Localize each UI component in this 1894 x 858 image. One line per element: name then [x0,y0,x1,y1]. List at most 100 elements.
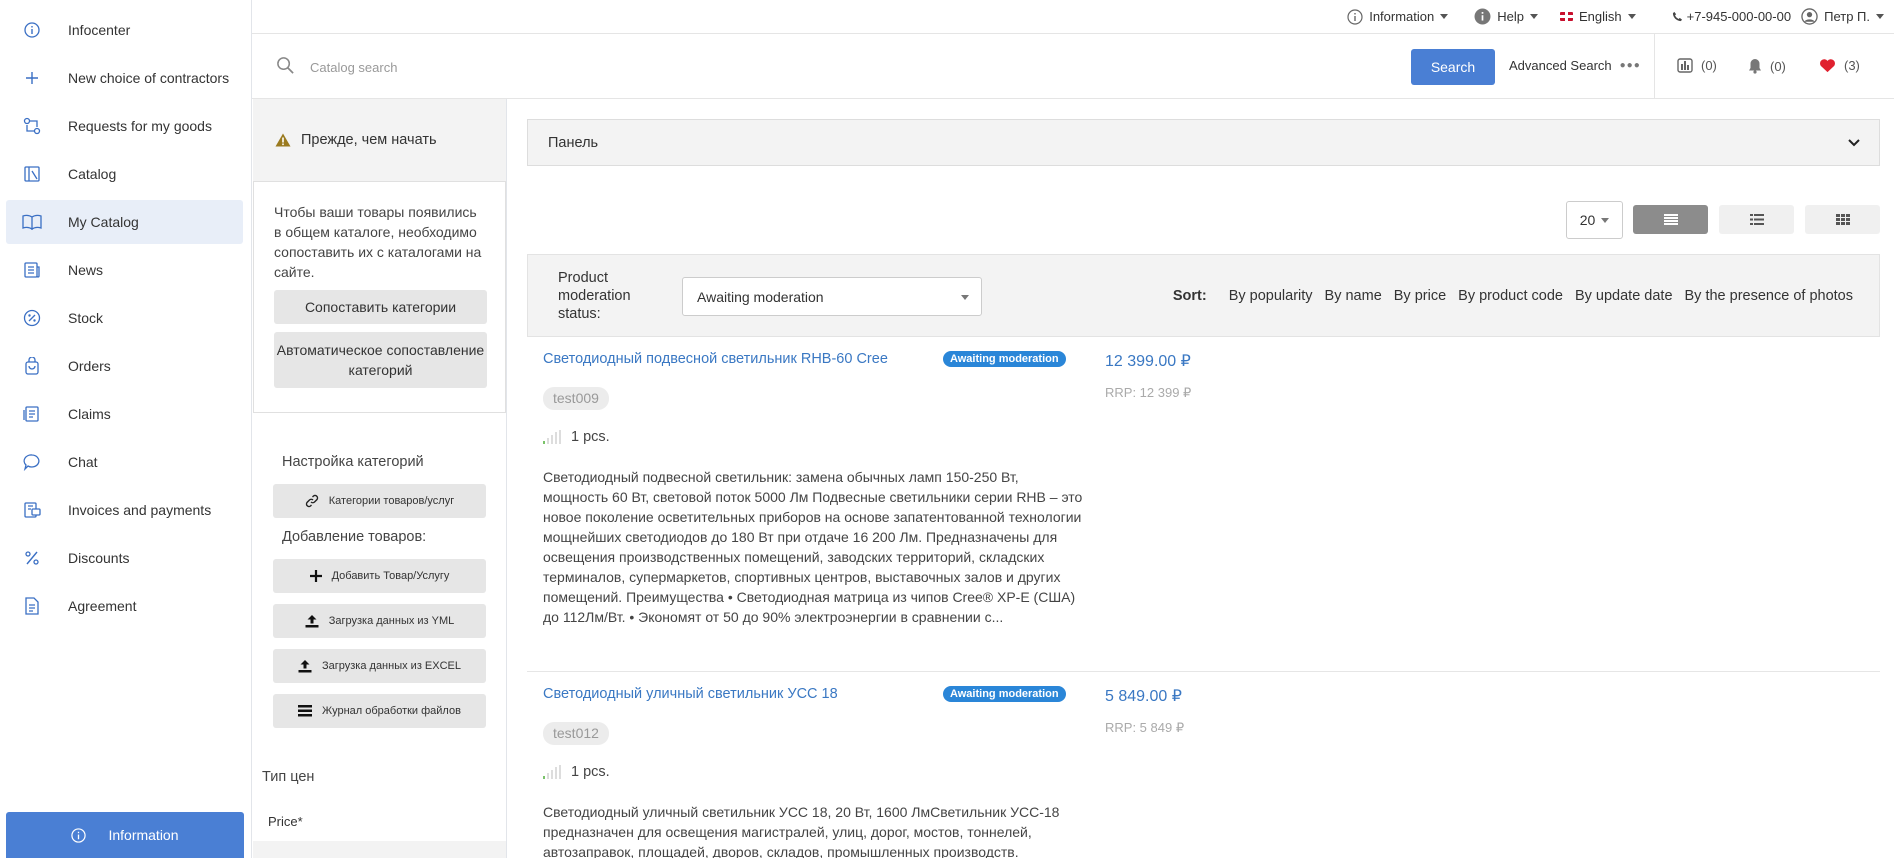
signal-bars-icon [543,430,561,444]
sidebar-item-claims[interactable]: Claims [6,392,243,436]
sort-by-photos[interactable]: By the presence of photos [1685,288,1853,304]
product-price: 12 399.00 ₽ [1105,353,1191,370]
help-menu[interactable]: Help [1474,8,1538,25]
product-rrp: RRP: 5 849 ₽ [1105,720,1185,735]
catalog-tools-panel: Прежде, чем начать Чтобы ваши товары поя… [252,99,507,858]
sidebar-item-label: New choice of contractors [68,70,230,86]
search-button[interactable]: Search [1411,49,1495,85]
sidebar: Infocenter New choice of contractors Req… [0,0,252,858]
plus-icon [309,570,322,582]
list-icon [1749,212,1764,228]
price-type-option[interactable]: Price* [268,814,303,829]
information-button[interactable]: Information [6,812,244,858]
add-product-label: Добавить Товар/Услугу [331,570,450,582]
top-bar: Information Help English +7-945-000-00-0… [252,0,1894,34]
sort-by-name[interactable]: By name [1325,288,1382,304]
sort-options: Sort: By popularity By name By price By … [1173,288,1853,304]
before-start-title: Прежде, чем начать [301,132,437,148]
upload-icon [298,659,312,673]
sort-by-update-date[interactable]: By update date [1575,288,1673,304]
sidebar-item-agreement[interactable]: Agreement [6,584,243,628]
per-page-select[interactable]: 20 [1566,201,1623,239]
chevron-down-icon [1627,14,1636,19]
user-avatar-icon [1801,8,1818,25]
upload-excel-button[interactable]: Загрузка данных из EXCEL [273,649,486,683]
product-quantity-value: 1 pcs. [571,764,610,780]
before-start-header: Прежде, чем начать [253,99,506,182]
advanced-search-label: Advanced Search [1509,58,1612,73]
search-icon [276,56,295,78]
add-product-button[interactable]: Добавить Товар/Услугу [273,559,486,593]
advanced-search-link[interactable]: Advanced Search ●●● [1509,58,1641,73]
notifications-counter[interactable]: (0) [1748,58,1786,74]
bell-icon [1748,58,1762,74]
product-title-link[interactable]: Светодиодный подвесной светильник RHB-60… [543,351,888,367]
catalog-search-input[interactable] [310,54,1350,80]
map-categories-button[interactable]: Сопоставить категории [274,290,487,324]
file-log-button[interactable]: Журнал обработки файлов [273,694,486,728]
view-list-wide-button[interactable] [1633,205,1708,234]
sidebar-item-invoices[interactable]: Invoices and payments [6,488,243,532]
phone-link[interactable]: +7-945-000-00-00 [1672,9,1791,24]
product-rrp: RRP: 12 399 ₽ [1105,385,1192,400]
sidebar-item-catalog[interactable]: Catalog [6,152,243,196]
product-categories-button[interactable]: Категории товаров/услуг [273,484,486,518]
sidebar-item-new-contractors[interactable]: New choice of contractors [6,56,243,100]
language-menu-label: English [1579,9,1622,24]
view-list-button[interactable] [1719,205,1794,234]
filter-sort-bar: Product moderation status: Awaiting mode… [527,254,1880,337]
sort-by-popularity[interactable]: By popularity [1229,288,1313,304]
sidebar-item-label: Stock [68,310,104,326]
sort-by-product-code[interactable]: By product code [1458,288,1563,304]
compare-chart-icon [1677,58,1693,73]
user-menu[interactable]: Петр П. [1801,8,1884,25]
warning-icon [275,133,291,147]
chevron-down-icon [1876,14,1884,19]
sidebar-item-stock[interactable]: Stock [6,296,243,340]
chevron-down-icon [961,295,969,300]
auto-map-categories-button[interactable]: Автоматическое сопоставление категорий [274,332,487,388]
product-title-link[interactable]: Светодиодный уличный светильник УСС 18 [543,686,838,702]
invoice-icon [22,500,42,520]
compare-count: (0) [1701,58,1717,73]
sidebar-item-label: My Catalog [68,214,139,230]
information-menu[interactable]: Information [1347,8,1449,25]
upload-yml-button[interactable]: Загрузка данных из YML [273,604,486,638]
uk-flag-icon [1560,12,1573,21]
view-grid-button[interactable] [1805,205,1880,234]
notifications-count: (0) [1770,58,1786,74]
sidebar-item-discounts[interactable]: Discounts [6,536,243,580]
product-price: 5 849.00 ₽ [1105,688,1182,705]
moderation-status-select[interactable]: Awaiting moderation [682,277,982,316]
moderation-status-label: Product moderation status: [558,270,631,322]
phone-number: +7-945-000-00-00 [1686,9,1792,24]
main-content: Панель 20 Product moderation status: Awa… [507,99,1894,858]
sidebar-item-label: News [68,262,104,278]
language-menu[interactable]: English [1560,9,1636,24]
panel-accordion[interactable]: Панель [527,119,1880,166]
search-bar: Search Advanced Search ●●● (0) (0) (3) [252,34,1894,99]
percent-circle-icon [22,308,42,328]
sidebar-item-orders[interactable]: Orders [6,344,243,388]
sidebar-item-label: Discounts [68,550,130,566]
sidebar-item-my-catalog[interactable]: My Catalog [6,200,243,244]
price-type-row [253,841,506,858]
compare-counter[interactable]: (0) [1677,58,1717,73]
book-icon [22,212,42,232]
sidebar-item-requests[interactable]: Requests for my goods [6,104,243,148]
sidebar-item-label: Chat [68,454,98,470]
sidebar-item-news[interactable]: News [6,248,243,292]
sidebar-item-label: Catalog [68,166,117,182]
exchange-icon [22,116,42,136]
sidebar-item-chat[interactable]: Chat [6,440,243,484]
sidebar-item-label: Agreement [68,598,137,614]
product-categories-label: Категории товаров/услуг [328,495,455,507]
product-quantity: 1 pcs. [543,764,610,780]
heart-icon [1819,58,1836,73]
favorites-counter[interactable]: (3) [1819,58,1860,73]
sidebar-item-label: Infocenter [68,22,131,38]
sidebar-item-infocenter[interactable]: Infocenter [6,8,243,52]
chevron-down-icon [1530,14,1538,19]
sort-by-price[interactable]: By price [1394,288,1446,304]
product-item: Светодиодный подвесной светильник RHB-60… [527,337,1880,672]
